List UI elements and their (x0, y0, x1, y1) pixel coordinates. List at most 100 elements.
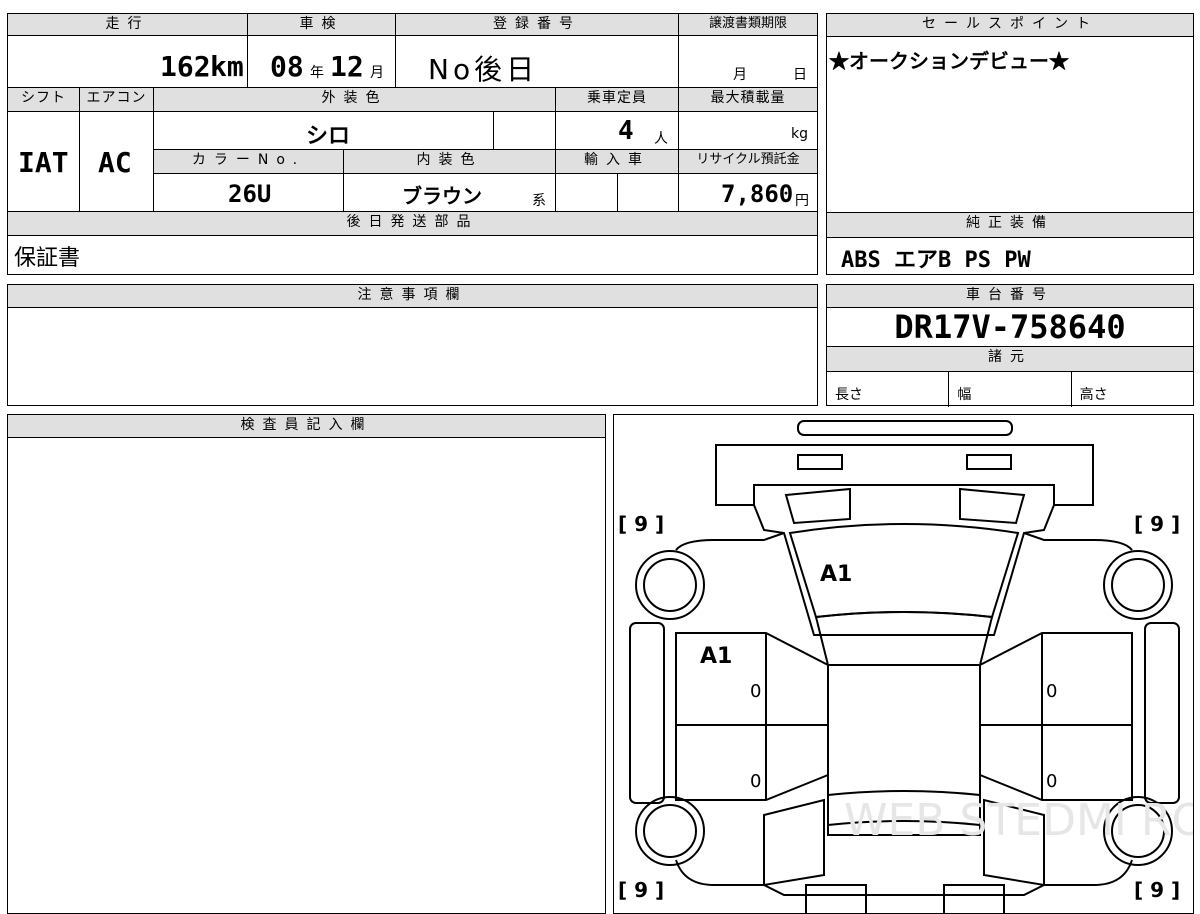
ext-color-value: シロ (306, 123, 351, 148)
later-parts-header: 後日発送部品 (8, 212, 817, 236)
watermark: WEB STEDMI RO (844, 795, 1194, 846)
import-cell-1 (556, 174, 618, 212)
tire-label-tl: [ 9 ] (618, 512, 664, 536)
wheel-front-left-inner (643, 558, 697, 612)
tire-label-tr: [ 9 ] (1134, 512, 1180, 536)
equipment-header: 純正装備 (827, 213, 1193, 238)
recycle-unit: 円 (795, 193, 809, 209)
front-grille (715, 444, 1094, 506)
doc-month: 月 (733, 67, 747, 83)
notes-header: 注意事項欄 (8, 285, 817, 308)
sales-point-header: セールスポイント (827, 14, 1193, 37)
int-color-suffix: 系 (532, 193, 546, 209)
wheel-front-right (1103, 550, 1173, 620)
wheel-rear-left-inner (643, 804, 697, 858)
insp-month-unit: 月 (370, 65, 384, 81)
capacity-value: 4 (618, 116, 634, 146)
mileage-header: 走行 (8, 14, 248, 36)
insp-year-unit: 年 (310, 65, 324, 81)
int-color-cell: ブラウン 系 (344, 174, 556, 212)
zero-mark-2: 0 (1046, 681, 1057, 702)
rear-body (675, 859, 1133, 896)
chassis-header: 車台番号 (827, 285, 1193, 308)
ac-value: AC (98, 146, 132, 179)
zero-mark-4: 0 (1046, 771, 1057, 792)
zero-mark-1: 0 (750, 681, 761, 702)
hood-light-right (959, 487, 1026, 525)
wheel-front-right-inner (1111, 558, 1165, 612)
car-diagram-box: [ 9 ] [ 9 ] [ 9 ] [ 9 ] A1 A1 0 0 0 0 WE… (613, 414, 1194, 914)
right-front-door (979, 632, 1133, 726)
spec-width: 幅 (949, 372, 1072, 407)
recycle-value: 7,860 (721, 180, 794, 208)
capacity-cell: 4 人 (556, 112, 679, 150)
front-bumper (797, 420, 1013, 436)
color-no-header: カラーNo. (154, 150, 344, 174)
mileage-unit: km (210, 50, 244, 83)
insp-month: 12 (330, 50, 364, 83)
spec-header: 諸元 (827, 346, 1193, 372)
left-side-outline (675, 532, 785, 551)
inspection-cell: 08 年 12 月 (248, 36, 396, 88)
regno-value: No後日 (428, 53, 539, 86)
max-load-unit: kg (791, 126, 808, 142)
int-color-value: ブラウン (402, 186, 482, 208)
shift-value: IAT (18, 146, 69, 179)
notes-box: 注意事項欄 (7, 284, 818, 406)
shift-cell: IAT (8, 112, 80, 212)
recycle-cell: 7,860 円 (679, 174, 817, 212)
color-no-value: 26U (228, 180, 272, 208)
car-diagram: [ 9 ] [ 9 ] [ 9 ] [ 9 ] A1 A1 0 0 0 0 WE… (618, 420, 1194, 913)
import-header: 輸入車 (556, 150, 679, 174)
mileage-value: 162 (160, 50, 211, 83)
inspector-box: 検査員記入欄 (7, 414, 606, 914)
zero-mark-3: 0 (750, 771, 761, 792)
hood-light-left (784, 487, 851, 525)
chassis-value: DR17V-758640 (894, 308, 1126, 346)
damage-mark-windshield: A1 (820, 562, 852, 587)
max-load-header: 最大積載量 (679, 88, 817, 112)
regno-cell: No後日 (396, 36, 679, 88)
equipment-text: ABS エアB PS PW (841, 248, 1031, 273)
headlight-right (966, 454, 1012, 470)
chassis-box: 車台番号 DR17V-758640 諸元 長さ 幅 高さ (826, 284, 1194, 407)
inspector-header: 検査員記入欄 (8, 415, 605, 438)
inspection-header: 車検 (248, 14, 396, 36)
doc-deadline-cell: 月 日 (679, 36, 817, 88)
max-load-cell: kg (679, 112, 817, 150)
later-parts-value: 保証書 (14, 245, 81, 270)
sales-point-box: セールスポイント ★オークションデビュー★ (826, 13, 1194, 213)
mileage-cell: 162 km (8, 36, 248, 88)
doc-deadline-header: 譲渡書類期限 (679, 14, 817, 36)
headlight-left (797, 454, 843, 470)
right-skirt (1144, 622, 1180, 804)
damage-mark-front-left-door: A1 (700, 644, 732, 669)
equipment-box: 純正装備 ABS エアB PS PW (826, 212, 1194, 275)
ac-cell: AC (80, 112, 154, 212)
capacity-header: 乗車定員 (556, 88, 679, 112)
left-skirt (629, 622, 665, 804)
ext-color-extra-cell (494, 112, 556, 150)
int-color-header: 内装色 (344, 150, 556, 174)
roof-front (814, 611, 994, 666)
doc-day: 日 (793, 67, 807, 83)
spec-height: 高さ (1079, 387, 1108, 403)
ext-color-header: 外装色 (154, 88, 556, 112)
import-cell-2 (618, 174, 679, 212)
tire-label-bl: [ 9 ] (618, 878, 664, 902)
color-no-cell: 26U (154, 174, 344, 212)
sales-point-text: ★オークションデビュー★ (829, 51, 1069, 73)
wheel-rear-left (635, 796, 705, 866)
ext-color-cell: シロ (154, 112, 494, 150)
ac-header: エアコン (80, 88, 154, 112)
tire-label-br: [ 9 ] (1134, 878, 1180, 902)
left-front-door (675, 632, 829, 726)
rear-quarter-left (763, 798, 825, 887)
right-side-outline (1023, 532, 1133, 551)
wheel-front-left (635, 550, 705, 620)
recycle-header: リサイクル預託金 (679, 150, 817, 174)
spec-length: 長さ (827, 372, 950, 407)
regno-header: 登録番号 (396, 14, 679, 36)
insp-year: 08 (270, 50, 304, 83)
shift-header: シフト (8, 88, 80, 112)
